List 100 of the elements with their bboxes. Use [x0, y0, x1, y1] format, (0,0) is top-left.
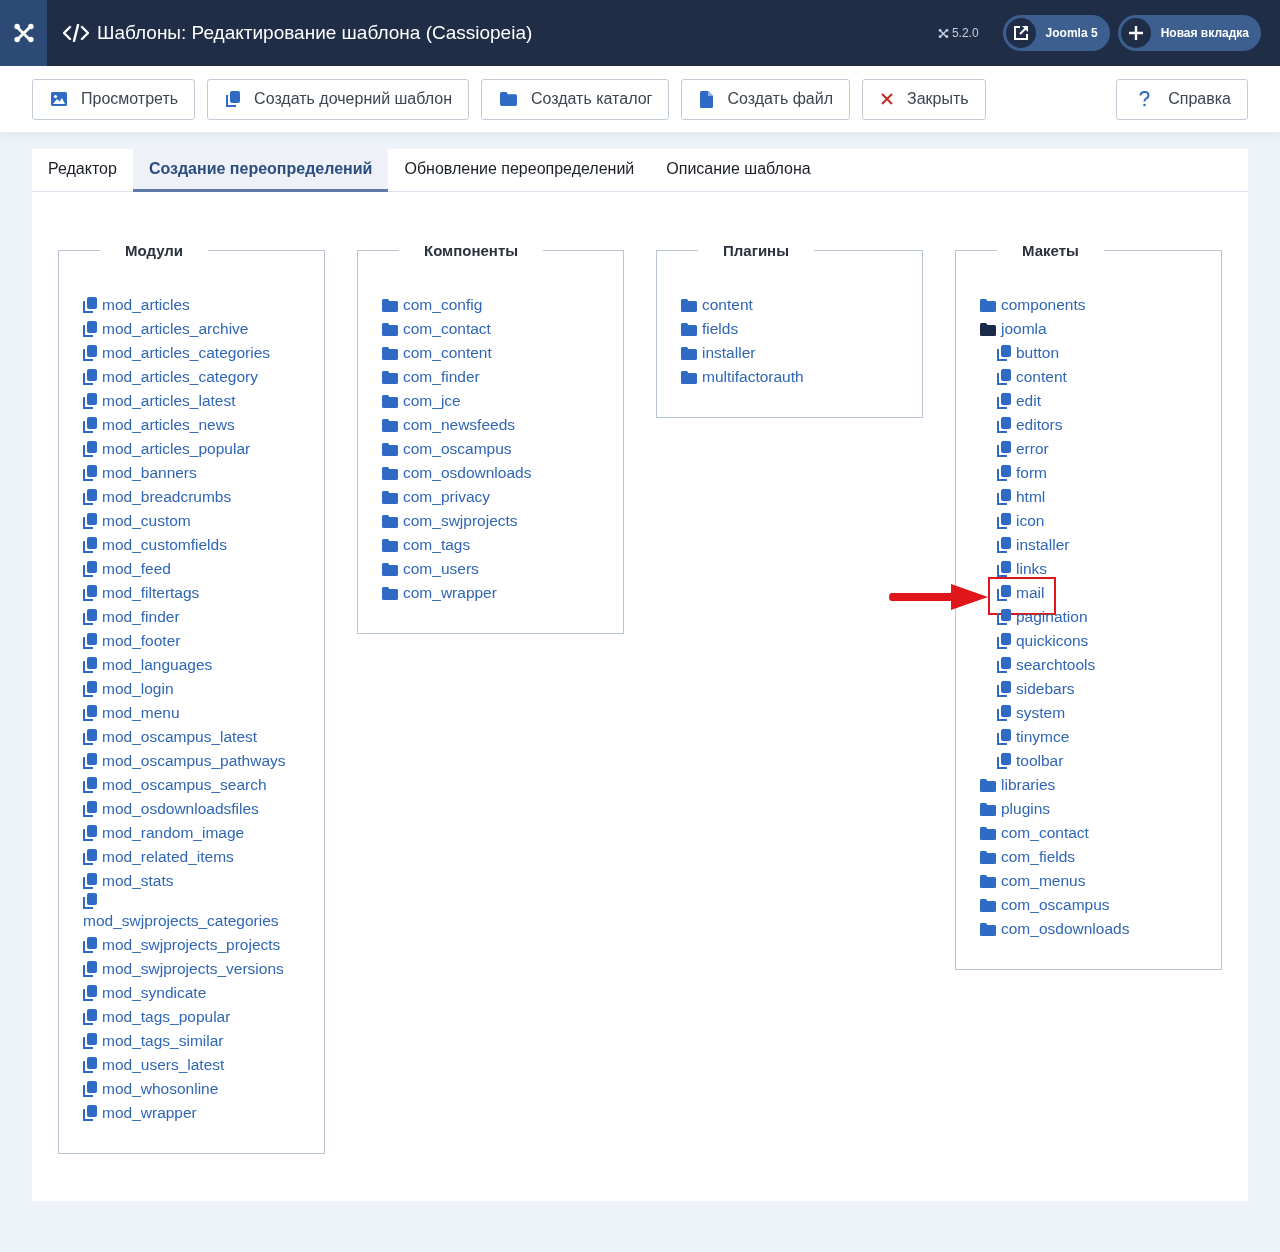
image-icon	[51, 92, 67, 106]
file-link[interactable]: system	[997, 701, 1066, 725]
file-link[interactable]: editors	[997, 413, 1063, 437]
file-link[interactable]: quickicons	[997, 629, 1089, 653]
folder-link[interactable]: com_osdownloads	[382, 461, 532, 485]
file-link[interactable]: html	[997, 485, 1046, 509]
file-link[interactable]: mod_feed	[83, 557, 171, 581]
file-link[interactable]: edit	[997, 389, 1041, 413]
file-link[interactable]: links	[997, 557, 1047, 581]
file-link[interactable]: sidebars	[997, 677, 1075, 701]
folder-link[interactable]: fields	[681, 317, 739, 341]
file-link[interactable]: mod_related_items	[83, 845, 234, 869]
file-link[interactable]: mod_swjprojects_categories	[83, 893, 295, 933]
copy-icon	[997, 537, 1011, 553]
folder-link[interactable]: com_fields	[980, 845, 1076, 869]
file-link[interactable]: mod_whosonline	[83, 1077, 219, 1101]
copy-icon	[997, 753, 1011, 769]
file-link[interactable]: mod_stats	[83, 869, 174, 893]
panel-title: Модули	[124, 242, 185, 259]
file-link[interactable]: form	[997, 461, 1047, 485]
folder-link[interactable]: com_menus	[980, 869, 1086, 893]
folder-link[interactable]: com_osdownloads	[980, 917, 1130, 941]
folder-link[interactable]: com_contact	[980, 821, 1089, 845]
toolbar-button[interactable]: Закрыть	[862, 78, 986, 120]
tab[interactable]: Редактор	[32, 149, 133, 192]
folder-link[interactable]: com_oscampus	[382, 437, 512, 461]
file-link[interactable]: error	[997, 437, 1049, 461]
file-link[interactable]: mod_articles_categories	[83, 341, 270, 365]
toolbar-button[interactable]: Просмотреть	[32, 78, 196, 120]
header-link-button[interactable]: Joomla 5	[1002, 15, 1110, 51]
file-link[interactable]: mod_custom	[83, 509, 191, 533]
file-link[interactable]: tinymce	[997, 725, 1070, 749]
folder-link[interactable]: com_swjprojects	[382, 509, 518, 533]
file-link[interactable]: mod_swjprojects_versions	[83, 957, 284, 981]
folder-link[interactable]: com_jce	[382, 389, 461, 413]
header-link-button[interactable]: Новая вкладка	[1117, 15, 1261, 51]
file-link[interactable]: mod_tags_popular	[83, 1005, 231, 1029]
file-link[interactable]: mod_languages	[83, 653, 213, 677]
toolbar-button[interactable]: Создать дочерний шаблон	[207, 78, 469, 120]
file-link[interactable]: mod_menu	[83, 701, 180, 725]
file-link[interactable]: mod_breadcrumbs	[83, 485, 232, 509]
folder-link[interactable]: com_content	[382, 341, 492, 365]
folder-link[interactable]: plugins	[980, 797, 1051, 821]
folder-link[interactable]: com_newsfeeds	[382, 413, 515, 437]
file-link[interactable]: installer	[997, 533, 1070, 557]
file-link[interactable]: mod_customfields	[83, 533, 227, 557]
folder-link[interactable]: com_privacy	[382, 485, 490, 509]
file-link[interactable]: mod_oscampus_pathways	[83, 749, 286, 773]
file-link[interactable]: mod_osdownloadsfiles	[83, 797, 259, 821]
folder-link[interactable]: installer	[681, 341, 756, 365]
toolbar-button[interactable]: Справка	[1116, 78, 1248, 120]
file-link[interactable]: searchtools	[997, 653, 1096, 677]
file-link[interactable]: pagination	[997, 605, 1088, 629]
tab[interactable]: Создание переопределений	[132, 149, 389, 192]
folder-link[interactable]: libraries	[980, 773, 1056, 797]
file-link[interactable]: mod_articles	[83, 293, 190, 317]
folder-link[interactable]: content	[681, 293, 753, 317]
folder-link[interactable]: multifactorauth	[681, 365, 804, 389]
file-link[interactable]: button	[997, 341, 1060, 365]
folder-link[interactable]: components	[980, 293, 1086, 317]
folder-icon	[382, 586, 398, 600]
file-link[interactable]: mod_articles_category	[83, 365, 258, 389]
file-link[interactable]: icon	[997, 509, 1045, 533]
file-link[interactable]: mod_swjprojects_projects	[83, 933, 281, 957]
file-link[interactable]: mod_articles_news	[83, 413, 235, 437]
file-link[interactable]: mod_tags_similar	[83, 1029, 224, 1053]
file-link[interactable]: mod_articles_popular	[83, 437, 251, 461]
file-link[interactable]: mail	[997, 581, 1045, 605]
tab[interactable]: Обновление переопределений	[388, 149, 651, 192]
folder-link[interactable]: com_contact	[382, 317, 491, 341]
file-link[interactable]: mod_users_latest	[83, 1053, 225, 1077]
copy-icon	[83, 369, 97, 385]
toolbar-button[interactable]: Создать каталог	[480, 78, 670, 120]
file-link[interactable]: mod_syndicate	[83, 981, 207, 1005]
close-icon	[881, 93, 893, 105]
toolbar-button[interactable]: Создать файл	[681, 78, 850, 120]
copy-icon	[83, 321, 97, 337]
folder-link[interactable]: com_wrapper	[382, 581, 497, 605]
folder-link[interactable]: com_users	[382, 557, 479, 581]
folder-link[interactable]: com_oscampus	[980, 893, 1110, 917]
file-link[interactable]: mod_finder	[83, 605, 180, 629]
folder-link[interactable]: com_tags	[382, 533, 471, 557]
folder-link[interactable]: joomla	[980, 317, 1047, 341]
folder-link[interactable]: com_config	[382, 293, 483, 317]
folder-icon	[382, 322, 398, 336]
folder-link[interactable]: com_finder	[382, 365, 480, 389]
file-link[interactable]: mod_random_image	[83, 821, 245, 845]
file-link[interactable]: mod_filtertags	[83, 581, 200, 605]
file-link[interactable]: mod_articles_archive	[83, 317, 249, 341]
file-link[interactable]: mod_oscampus_search	[83, 773, 267, 797]
file-link[interactable]: toolbar	[997, 749, 1064, 773]
file-link[interactable]: mod_footer	[83, 629, 181, 653]
folder-icon	[382, 562, 398, 576]
file-link[interactable]: mod_wrapper	[83, 1101, 197, 1125]
file-link[interactable]: mod_articles_latest	[83, 389, 236, 413]
file-link[interactable]: mod_banners	[83, 461, 197, 485]
file-link[interactable]: mod_login	[83, 677, 174, 701]
file-link[interactable]: mod_oscampus_latest	[83, 725, 258, 749]
file-link[interactable]: content	[997, 365, 1067, 389]
tab[interactable]: Описание шаблона	[650, 149, 827, 192]
